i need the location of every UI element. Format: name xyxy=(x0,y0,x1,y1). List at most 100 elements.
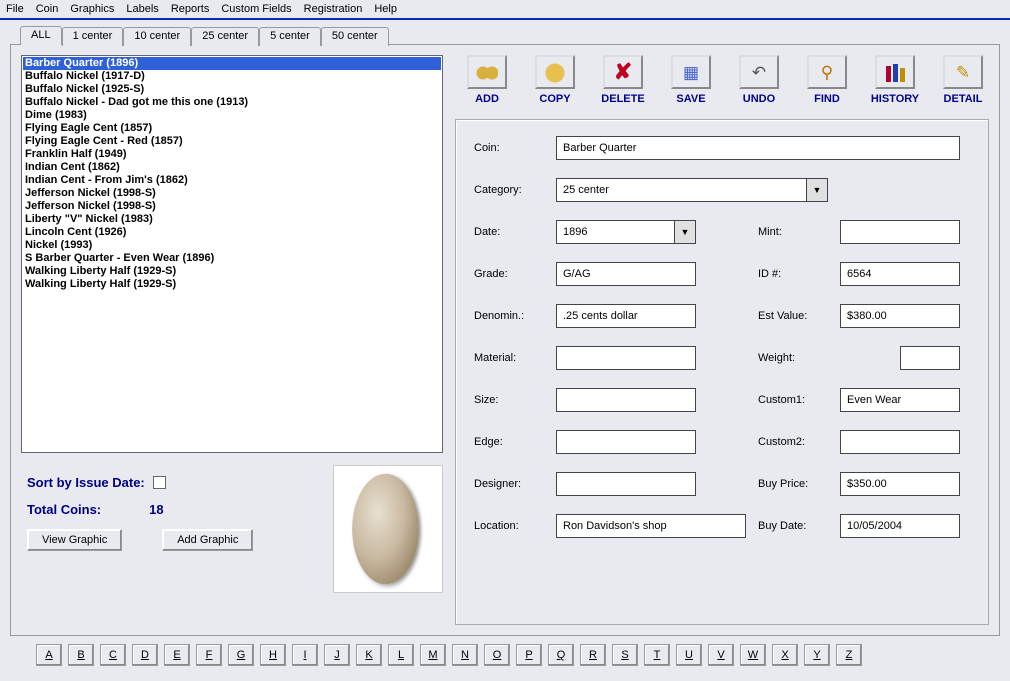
alpha-t[interactable]: T xyxy=(644,644,670,666)
list-item[interactable]: Barber Quarter (1896) xyxy=(23,57,441,70)
view-graphic-button[interactable]: View Graphic xyxy=(27,529,122,551)
save-icon: ▦ xyxy=(671,55,711,89)
alpha-w[interactable]: W xyxy=(740,644,766,666)
alpha-l[interactable]: L xyxy=(388,644,414,666)
custom1-input[interactable] xyxy=(840,388,960,412)
list-item[interactable]: Indian Cent - From Jim's (1862) xyxy=(23,174,441,187)
alpha-x[interactable]: X xyxy=(772,644,798,666)
list-item[interactable]: Walking Liberty Half (1929-S) xyxy=(23,265,441,278)
alpha-q[interactable]: Q xyxy=(548,644,574,666)
custom2-input[interactable] xyxy=(840,430,960,454)
copy-button[interactable]: COPY xyxy=(529,55,581,105)
coin-icon xyxy=(352,470,419,589)
add-label: ADD xyxy=(475,93,499,105)
menu-coin[interactable]: Coin xyxy=(36,3,59,15)
grade-input[interactable] xyxy=(556,262,696,286)
list-item[interactable]: Indian Cent (1862) xyxy=(23,161,441,174)
detail-icon: ✎ xyxy=(943,55,983,89)
list-item[interactable]: Nickel (1993) xyxy=(23,239,441,252)
list-item[interactable]: Franklin Half (1949) xyxy=(23,148,441,161)
list-item[interactable]: Jefferson Nickel (1998-S) xyxy=(23,200,441,213)
estvalue-input[interactable] xyxy=(840,304,960,328)
designer-label: Designer: xyxy=(474,478,544,490)
menu-help[interactable]: Help xyxy=(374,3,397,15)
undo-button[interactable]: ↶UNDO xyxy=(733,55,785,105)
denom-label: Denomin.: xyxy=(474,310,544,322)
list-item[interactable]: Liberty "V" Nickel (1983) xyxy=(23,213,441,226)
mint-input[interactable] xyxy=(840,220,960,244)
buyprice-input[interactable] xyxy=(840,472,960,496)
alpha-b[interactable]: B xyxy=(68,644,94,666)
list-item[interactable]: Dime (1983) xyxy=(23,109,441,122)
list-item[interactable]: Walking Liberty Half (1929-S) xyxy=(23,278,441,291)
menu-custom-fields[interactable]: Custom Fields xyxy=(221,3,291,15)
menu-labels[interactable]: Labels xyxy=(126,3,158,15)
size-input[interactable] xyxy=(556,388,696,412)
denom-input[interactable] xyxy=(556,304,696,328)
alpha-j[interactable]: J xyxy=(324,644,350,666)
tab-all[interactable]: ALL xyxy=(20,26,62,45)
list-item[interactable]: Jefferson Nickel (1998-S) xyxy=(23,187,441,200)
location-label: Location: xyxy=(474,520,544,532)
id-input[interactable] xyxy=(840,262,960,286)
alpha-i[interactable]: I xyxy=(292,644,318,666)
find-button[interactable]: ⚲FIND xyxy=(801,55,853,105)
menu-graphics[interactable]: Graphics xyxy=(70,3,114,15)
history-button[interactable]: HISTORY xyxy=(869,55,921,105)
alpha-m[interactable]: M xyxy=(420,644,446,666)
tab-50-center[interactable]: 50 center xyxy=(321,27,389,46)
tab-1-center[interactable]: 1 center xyxy=(62,27,124,46)
category-select[interactable] xyxy=(556,178,806,202)
tab-10-center[interactable]: 10 center xyxy=(123,27,191,46)
alpha-a[interactable]: A xyxy=(36,644,62,666)
edge-input[interactable] xyxy=(556,430,696,454)
material-input[interactable] xyxy=(556,346,696,370)
undo-icon: ↶ xyxy=(739,55,779,89)
list-item[interactable]: Buffalo Nickel (1925-S) xyxy=(23,83,441,96)
alpha-e[interactable]: E xyxy=(164,644,190,666)
save-label: SAVE xyxy=(676,93,705,105)
tab-5-center[interactable]: 5 center xyxy=(259,27,321,46)
alpha-f[interactable]: F xyxy=(196,644,222,666)
alpha-s[interactable]: S xyxy=(612,644,638,666)
detail-button[interactable]: ✎DETAIL xyxy=(937,55,989,105)
sort-checkbox[interactable] xyxy=(153,476,166,489)
list-item[interactable]: Buffalo Nickel (1917-D) xyxy=(23,70,441,83)
alpha-r[interactable]: R xyxy=(580,644,606,666)
list-item[interactable]: S Barber Quarter - Even Wear (1896) xyxy=(23,252,441,265)
delete-button[interactable]: ✘DELETE xyxy=(597,55,649,105)
list-item[interactable]: Flying Eagle Cent - Red (1857) xyxy=(23,135,441,148)
tab-25-center[interactable]: 25 center xyxy=(191,27,259,46)
alpha-u[interactable]: U xyxy=(676,644,702,666)
list-item[interactable]: Buffalo Nickel - Dad got me this one (19… xyxy=(23,96,441,109)
alpha-y[interactable]: Y xyxy=(804,644,830,666)
chevron-down-icon[interactable]: ▼ xyxy=(806,178,828,202)
alpha-n[interactable]: N xyxy=(452,644,478,666)
alpha-p[interactable]: P xyxy=(516,644,542,666)
save-button[interactable]: ▦ SAVE xyxy=(665,55,717,105)
menu-file[interactable]: File xyxy=(6,3,24,15)
menu-reports[interactable]: Reports xyxy=(171,3,210,15)
add-button[interactable]: ADD xyxy=(461,55,513,105)
coin-input[interactable] xyxy=(556,136,960,160)
weight-input[interactable] xyxy=(900,346,960,370)
buydate-input[interactable] xyxy=(840,514,960,538)
alpha-d[interactable]: D xyxy=(132,644,158,666)
alpha-k[interactable]: K xyxy=(356,644,382,666)
menu-registration[interactable]: Registration xyxy=(304,3,363,15)
coin-listbox[interactable]: Barber Quarter (1896)Buffalo Nickel (191… xyxy=(21,55,443,453)
alpha-c[interactable]: C xyxy=(100,644,126,666)
alpha-o[interactable]: O xyxy=(484,644,510,666)
alpha-h[interactable]: H xyxy=(260,644,286,666)
chevron-down-icon[interactable]: ▼ xyxy=(674,220,696,244)
add-graphic-button[interactable]: Add Graphic xyxy=(162,529,253,551)
toolbar: ADD COPY ✘DELETE ▦ SAVE ↶UNDO ⚲FIND HISTORY ✎DET… xyxy=(461,55,989,105)
alpha-g[interactable]: G xyxy=(228,644,254,666)
list-item[interactable]: Lincoln Cent (1926) xyxy=(23,226,441,239)
location-input[interactable] xyxy=(556,514,746,538)
list-item[interactable]: Flying Eagle Cent (1857) xyxy=(23,122,441,135)
date-select[interactable] xyxy=(556,220,674,244)
alpha-z[interactable]: Z xyxy=(836,644,862,666)
alpha-v[interactable]: V xyxy=(708,644,734,666)
designer-input[interactable] xyxy=(556,472,696,496)
